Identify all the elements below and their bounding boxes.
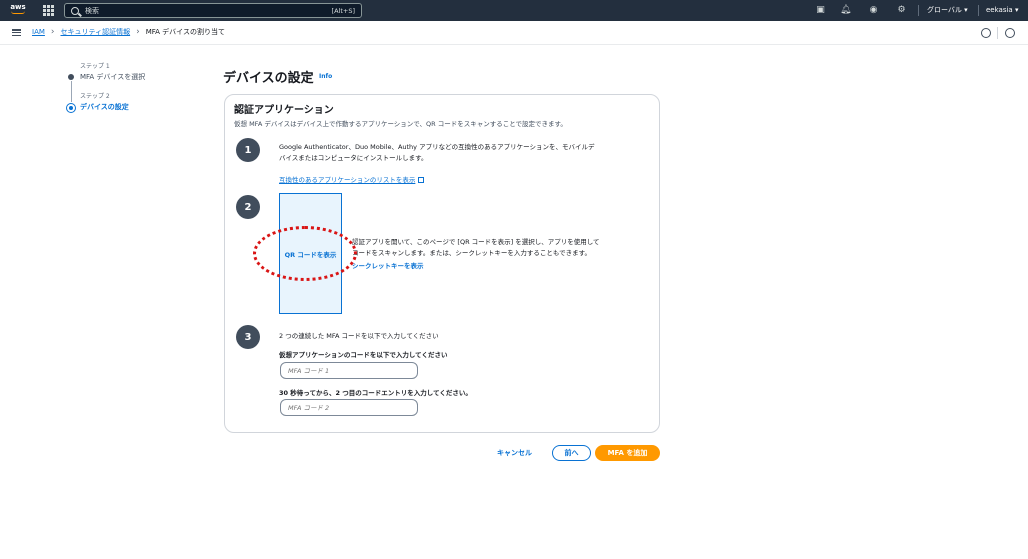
highlight-circle (253, 226, 357, 281)
menu-icon[interactable] (12, 29, 21, 36)
panel-title: 認証アプリケーション (234, 105, 334, 116)
top-navigation: aws 検索 [Alt+S] ▣ 🔔︎ ◉ ⚙ グローバル ▾ eekasia … (0, 0, 1028, 21)
settings-icon[interactable] (1005, 28, 1015, 38)
chevron-right-icon: › (50, 27, 55, 37)
page-title: デバイスの設定 (223, 71, 314, 86)
step-2-label: ステップ 2 (80, 93, 110, 100)
region-selector[interactable]: グローバル ▾ (927, 5, 968, 16)
wizard-steps: ステップ 1 MFA デバイスを選択 ステップ 2 デバイスの設定 (62, 61, 145, 121)
add-mfa-button[interactable]: MFA を追加 (595, 445, 660, 461)
help-icon[interactable]: ◉ (868, 5, 879, 16)
breadcrumb-current: MFA デバイスの割り当て (145, 28, 225, 36)
step-3-intro: 2 つの連続した MFA コードを以下で入力してください (279, 332, 439, 340)
breadcrumb-bar: IAM › セキュリティ認証情報 › MFA デバイスの割り当て (0, 21, 1028, 45)
step-1-text-line1: Google Authenticator、Duo Mobile、Authy アプ… (279, 143, 595, 151)
step-2-text-line1: 認証アプリを開いて、このページで [QR コードを表示] を選択し、アプリを使用… (352, 238, 600, 246)
step-1-label: ステップ 1 (80, 63, 110, 70)
mfa-code-2-label: 30 秒待ってから、2 つ目のコードエントリを入力してください。 (279, 389, 472, 397)
step-number-3: 3 (236, 325, 260, 349)
step-2-text-line2: コードをスキャンします。または、シークレットキーを入力することもできます。 (352, 249, 591, 257)
step-2-name: デバイスの設定 (80, 103, 129, 111)
step-2: ステップ 2 デバイスの設定 (62, 91, 145, 121)
info-icon[interactable] (981, 28, 991, 38)
search-bar[interactable]: 検索 [Alt+S] (64, 3, 362, 18)
gear-icon[interactable]: ⚙ (896, 5, 907, 16)
breadcrumb-security-credentials[interactable]: セキュリティ認証情報 (61, 27, 131, 37)
compatible-apps-link-text: 互換性のあるアプリケーションのリストを表示 (279, 176, 416, 184)
mfa-code-1-label: 仮想アプリケーションのコードを以下で入力してください (279, 351, 448, 359)
services-menu-icon[interactable] (43, 5, 54, 16)
step-1[interactable]: ステップ 1 MFA デバイスを選択 (62, 61, 145, 91)
bell-icon[interactable]: 🔔︎ (840, 5, 851, 16)
breadcrumb: IAM › セキュリティ認証情報 › MFA デバイスの割り当て (32, 27, 225, 37)
previous-button[interactable]: 前へ (552, 445, 591, 461)
step-1-text-line2: バイスまたはコンピュータにインストールします。 (279, 154, 428, 162)
chevron-right-icon: › (136, 27, 140, 37)
step-1-name[interactable]: MFA デバイスを選択 (80, 72, 145, 82)
search-input[interactable]: 検索 (85, 6, 332, 16)
external-link-icon (418, 177, 425, 183)
mfa-code-2-input[interactable] (280, 399, 418, 416)
info-link[interactable]: Info (319, 73, 332, 80)
aws-logo[interactable]: aws (8, 3, 28, 18)
compatible-apps-link[interactable]: 互換性のあるアプリケーションのリストを表示 (279, 174, 425, 184)
step-1-indicator (68, 74, 74, 80)
mfa-code-1-input[interactable] (280, 362, 418, 379)
cloudshell-icon[interactable]: ▣ (815, 5, 826, 16)
step-number-1: 1 (236, 138, 260, 162)
breadcrumb-iam[interactable]: IAM (32, 28, 45, 36)
step-number-2: 2 (236, 195, 260, 219)
search-icon (71, 6, 79, 15)
account-menu[interactable]: eekasia ▾ (986, 5, 1018, 16)
aws-logo-text: aws (10, 3, 26, 11)
search-shortcut-hint: [Alt+S] (331, 6, 355, 15)
cancel-button[interactable]: キャンセル (497, 448, 532, 458)
step-2-indicator (66, 103, 76, 113)
panel-description: 仮想 MFA デバイスはデバイス上で作動するアプリケーションで、QR コードをス… (234, 120, 567, 128)
show-secret-key-link[interactable]: シークレットキーを表示 (352, 260, 424, 270)
